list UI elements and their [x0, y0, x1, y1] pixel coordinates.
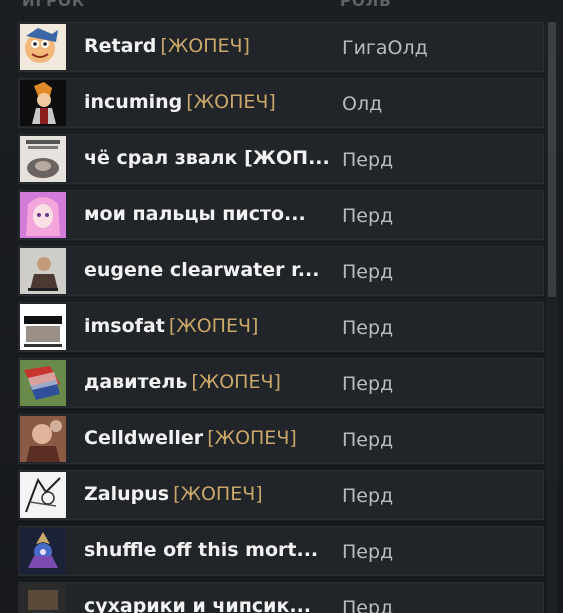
player-role: Перд: [342, 541, 394, 563]
player-name: imsofat [ЖОПЕЧ]: [84, 315, 259, 337]
player-role: Перд: [342, 429, 394, 451]
player-row[interactable]: Celldweller [ЖОПЕЧ] Перд: [18, 414, 544, 464]
player-role: Перд: [342, 485, 394, 507]
player-name: shuffle off this mort...: [84, 539, 319, 561]
player-role: Перд: [342, 149, 394, 171]
man-photo-avatar: [20, 248, 66, 294]
player-name: мои пальцы писто...: [84, 203, 306, 225]
list-header: ИГРОК РОЛЬ: [0, 0, 563, 14]
player-role: Перд: [342, 597, 394, 613]
role-column-header: РОЛЬ: [340, 0, 392, 10]
player-list: Retard [ЖОПЕЧ] ГигаОлд incuming [ЖОПЕЧ] Ол…: [18, 22, 544, 613]
player-role: Перд: [342, 317, 394, 339]
text-meme-avatar: [20, 304, 66, 350]
player-name: Retard [ЖОПЕЧ]: [84, 35, 250, 57]
player-row[interactable]: imsofat [ЖОПЕЧ] Перд: [18, 302, 544, 352]
player-row[interactable]: shuffle off this mort... Перд: [18, 526, 544, 576]
hero-avatar: [20, 528, 66, 574]
player-role: Перд: [342, 205, 394, 227]
player-row[interactable]: чё срал звалк [ЖОП... Перд: [18, 134, 544, 184]
player-list-panel: ИГРОК РОЛЬ Retard [ЖОПЕЧ] ГигаОлд incumi…: [0, 0, 563, 613]
player-role: ГигаОлд: [342, 37, 428, 59]
player-row[interactable]: Zalupus [ЖОПЕЧ] Перд: [18, 470, 544, 520]
player-name: Celldweller [ЖОПЕЧ]: [84, 427, 297, 449]
player-role: Перд: [342, 261, 394, 283]
player-row[interactable]: eugene clearwater r... Перд: [18, 246, 544, 296]
cat-meme-avatar: [20, 136, 66, 182]
flag-avatar: [20, 360, 66, 406]
player-column-header: ИГРОК: [22, 0, 86, 10]
player-row[interactable]: давитель [ЖОПЕЧ] Перд: [18, 358, 544, 408]
player-role: Перд: [342, 373, 394, 395]
player-name: incuming [ЖОПЕЧ]: [84, 91, 276, 113]
photo-avatar: [20, 416, 66, 462]
player-name: eugene clearwater r...: [84, 259, 320, 281]
cartoon-face-avatar: [20, 24, 66, 70]
player-row[interactable]: Retard [ЖОПЕЧ] ГигаОлд: [18, 22, 544, 72]
anime-character-avatar: [20, 80, 66, 126]
player-name: чё срал звалк [ЖОП...: [84, 147, 330, 169]
player-row[interactable]: сухарики и чипсик... Перд: [18, 582, 544, 613]
player-row[interactable]: incuming [ЖОПЕЧ] Олд: [18, 78, 544, 128]
dark-avatar: [20, 584, 66, 613]
player-name: давитель [ЖОПЕЧ]: [84, 371, 281, 393]
player-role: Олд: [342, 93, 383, 115]
player-name: Zalupus [ЖОПЕЧ]: [84, 483, 263, 505]
player-name: сухарики и чипсик...: [84, 595, 311, 613]
scrollbar-thumb[interactable]: [548, 22, 556, 297]
scrollbar[interactable]: [546, 22, 558, 613]
player-row[interactable]: мои пальцы писто... Перд: [18, 190, 544, 240]
sketch-avatar: [20, 472, 66, 518]
pink-anime-avatar: [20, 192, 66, 238]
